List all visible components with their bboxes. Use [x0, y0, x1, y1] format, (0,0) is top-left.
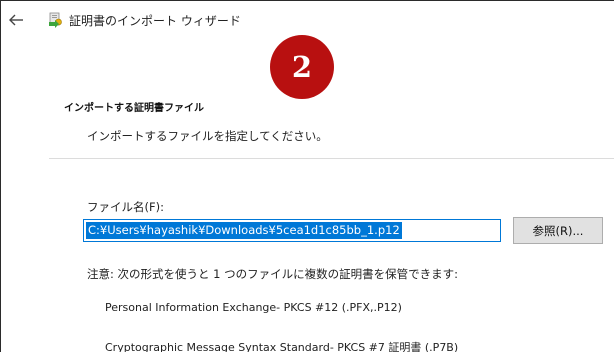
header-divider [49, 158, 614, 159]
step-number-badge: 2 [270, 35, 334, 99]
wizard-title: 証明書のインポート ウィザード [69, 14, 241, 28]
wizard-title-bar: 証明書のインポート ウィザード [1, 1, 614, 37]
browse-button[interactable]: 参照(R)... [513, 217, 603, 244]
back-arrow-icon[interactable] [7, 11, 25, 29]
section-heading: インポートする証明書ファイル [64, 103, 204, 114]
file-name-value: C:¥Users¥hayashik¥Downloads¥5cea1d1c85bb… [86, 222, 402, 239]
certificate-import-wizard-window: 証明書のインポート ウィザード 2 インポートする証明書ファイル インポートする… [0, 0, 614, 352]
file-name-input[interactable]: C:¥Users¥hayashik¥Downloads¥5cea1d1c85bb… [83, 219, 501, 242]
format-item-pkcs7: Cryptographic Message Syntax Standard- P… [105, 341, 459, 352]
section-description: インポートするファイルを指定してください。 [87, 129, 328, 143]
file-name-label: ファイル名(F): [87, 200, 164, 214]
certificate-wizard-icon [47, 11, 65, 29]
format-item-pkcs12: Personal Information Exchange- PKCS #12 … [105, 301, 402, 314]
note-text: 注意: 次の形式を使うと 1 つのファイルに複数の証明書を保管できます: [87, 267, 459, 281]
